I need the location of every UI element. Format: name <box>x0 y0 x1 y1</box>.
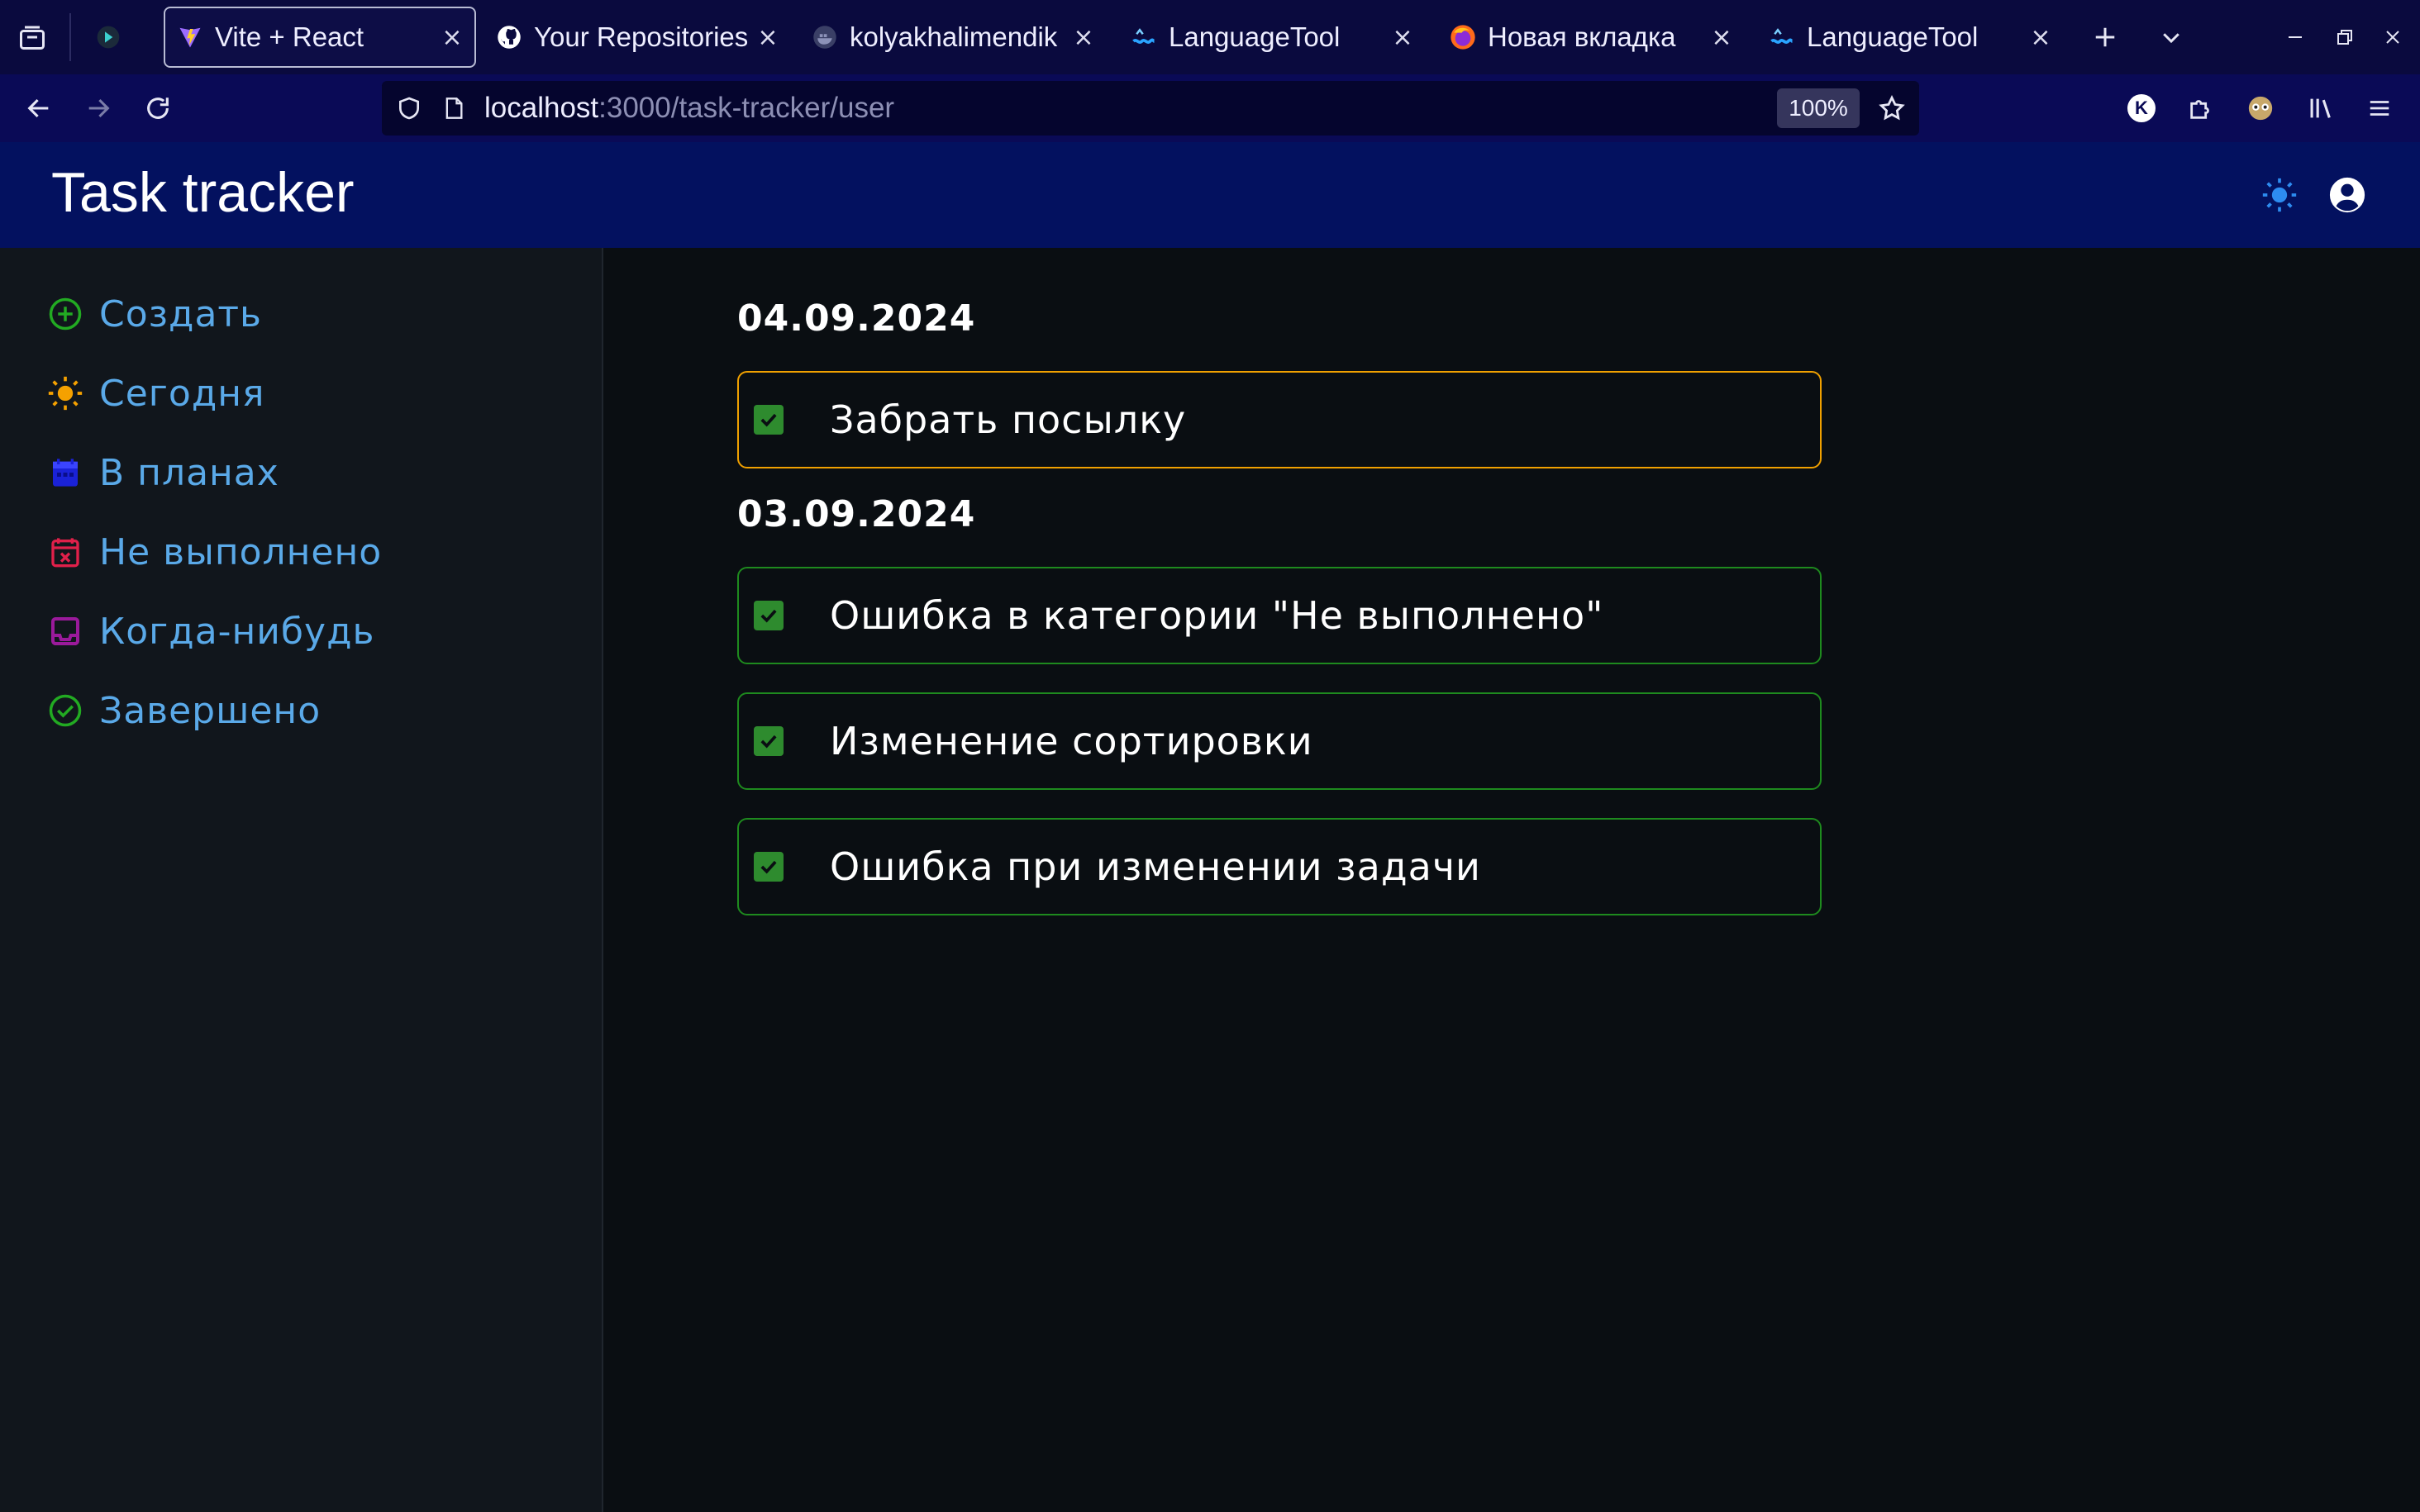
task-title: Ошибка при изменении задачи <box>830 844 1481 889</box>
tab-vite-react[interactable]: Vite + React × <box>164 7 476 68</box>
task-checkbox[interactable] <box>754 726 784 756</box>
sidebar-item-label: Создать <box>99 292 262 335</box>
sidebar-item-completed[interactable]: Завершено <box>46 681 321 740</box>
tab-title: kolyakhalimendik <box>850 21 1058 52</box>
calendar-icon <box>46 454 84 492</box>
url-path: :3000/task-tracker/user <box>598 92 895 124</box>
sidebar-item-not-done[interactable]: Не выполнено <box>46 522 382 582</box>
sidebar: Создать Сегодня В планах Не выполнено Ко… <box>0 248 603 1512</box>
task-title: Изменение сортировки <box>830 719 1313 763</box>
minimize-icon[interactable] <box>2271 13 2319 61</box>
tab-languagetool-1[interactable]: LanguageTool × <box>1119 7 1425 68</box>
sidebar-item-label: Завершено <box>99 689 322 732</box>
tab-title: Новая вкладка <box>1488 21 1676 52</box>
sidebar-item-label: В планах <box>99 451 279 494</box>
forward-arrow-icon[interactable] <box>73 83 124 134</box>
extension-owl-icon[interactable] <box>2235 83 2286 134</box>
close-icon[interactable]: × <box>1709 23 1734 52</box>
browser-tab-strip: Vite + React × Your Repositories × kolya… <box>0 0 2420 74</box>
extension-k-icon[interactable]: K <box>2116 83 2167 134</box>
window-close-icon[interactable] <box>2369 13 2417 61</box>
shield-icon[interactable] <box>393 93 425 124</box>
sidebar-item-label: Сегодня <box>99 372 265 415</box>
url-text[interactable]: localhost:3000/task-tracker/user <box>484 81 894 136</box>
app-title: Task tracker <box>51 161 355 224</box>
task-title: Ошибка в категории "Не выполнено" <box>830 593 1604 638</box>
sidebar-item-create[interactable]: Создать <box>46 284 262 344</box>
extensions-puzzle-icon[interactable] <box>2175 83 2227 134</box>
tab-manager-icon[interactable] <box>8 13 56 61</box>
browser-nav-bar: localhost:3000/task-tracker/user 100% K <box>0 74 2420 142</box>
sidebar-item-today[interactable]: Сегодня <box>46 364 265 423</box>
task-item[interactable]: Забрать посылку <box>737 371 1822 468</box>
languagetool-icon <box>1769 24 1795 50</box>
app-header: Task tracker <box>0 142 2420 248</box>
task-title: Забрать посылку <box>830 397 1187 442</box>
sidebar-item-planned[interactable]: В планах <box>46 443 279 502</box>
check-circle-icon <box>46 692 84 730</box>
restore-icon[interactable] <box>2321 13 2369 61</box>
sidebar-item-someday[interactable]: Когда-нибудь <box>46 601 374 661</box>
plus-circle-icon <box>46 295 84 333</box>
tab-title: Your Repositories <box>534 21 749 52</box>
sidebar-item-label: Не выполнено <box>99 530 383 573</box>
calendar-x-icon <box>46 533 84 571</box>
task-checkbox[interactable] <box>754 852 784 882</box>
inbox-icon <box>46 612 84 650</box>
close-icon[interactable]: × <box>755 23 780 52</box>
sidebar-item-label: Когда-нибудь <box>99 610 375 653</box>
pinned-tab-icon[interactable] <box>84 13 132 61</box>
library-icon[interactable] <box>2294 83 2346 134</box>
firefox-icon <box>1450 24 1476 50</box>
docker-icon <box>812 24 838 50</box>
vite-icon <box>177 24 203 50</box>
date-heading: 03.09.2024 <box>737 493 976 535</box>
task-item[interactable]: Изменение сортировки <box>737 692 1822 790</box>
close-icon[interactable]: × <box>440 23 464 52</box>
close-icon[interactable]: × <box>1390 23 1415 52</box>
hamburger-menu-icon[interactable] <box>2354 83 2405 134</box>
tab-title: LanguageTool <box>1807 21 1979 52</box>
task-item[interactable]: Ошибка в категории "Не выполнено" <box>737 567 1822 664</box>
address-bar[interactable]: localhost:3000/task-tracker/user 100% <box>382 81 1919 136</box>
zoom-level-button[interactable]: 100% <box>1777 88 1860 128</box>
close-icon[interactable]: × <box>2028 23 2053 52</box>
task-checkbox[interactable] <box>754 601 784 630</box>
tab-languagetool-2[interactable]: LanguageTool × <box>1757 7 2063 68</box>
extension-k-label: K <box>2127 94 2156 122</box>
list-all-tabs-chevron-icon[interactable] <box>2147 13 2195 61</box>
page-icon[interactable] <box>438 93 469 124</box>
date-heading: 04.09.2024 <box>737 297 976 340</box>
tab-new-tab[interactable]: Новая вкладка × <box>1438 7 1744 68</box>
sun-icon <box>46 374 84 412</box>
tab-strip-separator <box>69 13 71 61</box>
new-tab-plus-icon[interactable] <box>2081 13 2129 61</box>
task-item[interactable]: Ошибка при изменении задачи <box>737 818 1822 915</box>
close-icon[interactable]: × <box>1071 23 1096 52</box>
account-avatar-icon[interactable] <box>2324 172 2370 218</box>
tab-title: Vite + React <box>215 21 364 52</box>
theme-toggle-sun-icon[interactable] <box>2256 172 2303 218</box>
bookmark-star-icon[interactable] <box>1875 91 1909 126</box>
tab-title: LanguageTool <box>1169 21 1341 52</box>
back-arrow-icon[interactable] <box>13 83 64 134</box>
task-checkbox[interactable] <box>754 405 784 435</box>
reload-icon[interactable] <box>132 83 183 134</box>
tab-docker-hub[interactable]: kolyakhalimendik × <box>800 7 1106 68</box>
github-icon <box>496 24 522 50</box>
url-host: localhost <box>484 92 599 124</box>
languagetool-icon <box>1131 24 1157 50</box>
tab-your-repositories[interactable]: Your Repositories × <box>484 7 790 68</box>
